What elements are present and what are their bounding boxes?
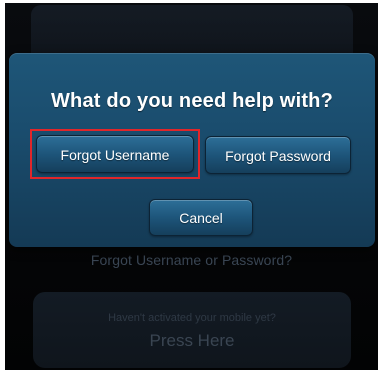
activate-mobile-panel[interactable]: Haven't activated your mobile yet? Press… [33,292,351,368]
forgot-password-button[interactable]: Forgot Password [205,136,351,174]
press-here-label: Press Here [149,331,235,350]
activate-mobile-prompt: Haven't activated your mobile yet? [108,312,276,324]
help-dialog: What do you need help with? Forgot Usern… [9,53,375,247]
forgot-username-button[interactable]: Forgot Username [36,135,194,173]
cancel-button[interactable]: Cancel [149,199,253,236]
forgot-credentials-link[interactable]: Forgot Username or Password? [5,252,378,268]
dialog-title: What do you need help with? [50,90,334,112]
app-screen: Forgot Username or Password? Haven't act… [5,3,378,370]
